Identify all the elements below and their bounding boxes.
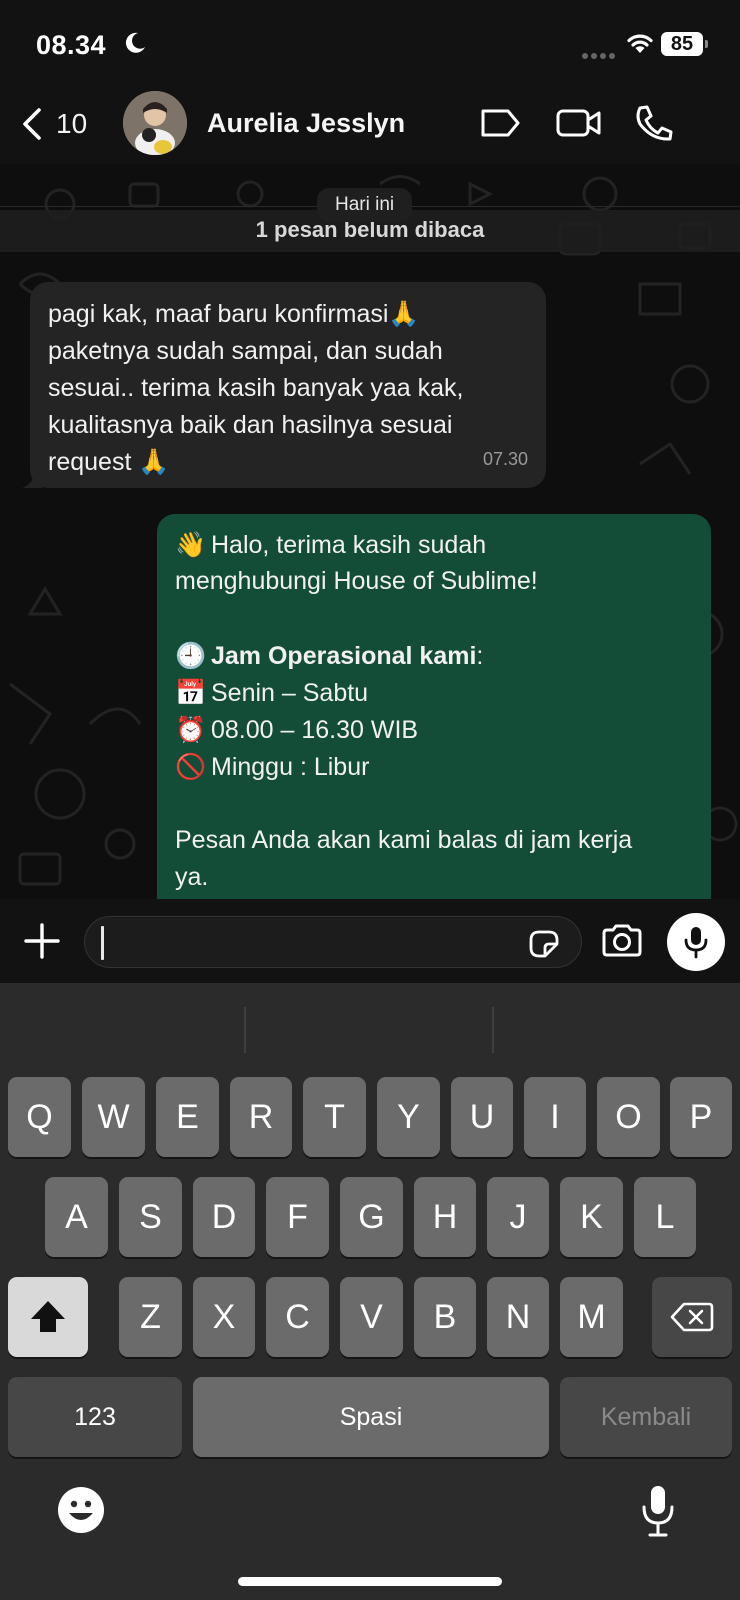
key-d[interactable]: D — [193, 1177, 255, 1257]
keyboard: Q W E R T Y U I O P A S D F G H J K L Z … — [0, 983, 740, 1600]
key-x[interactable]: X — [193, 1277, 255, 1357]
wifi-icon — [627, 34, 653, 53]
chat-header: 10 Aurelia Jesslyn — [0, 84, 740, 164]
key-z[interactable]: Z — [119, 1277, 182, 1357]
space-key[interactable]: Spasi — [193, 1377, 549, 1457]
shift-icon — [31, 1301, 65, 1332]
key-o[interactable]: O — [597, 1077, 660, 1157]
label-tag-icon[interactable] — [478, 106, 522, 140]
key-r[interactable]: R — [230, 1077, 292, 1157]
message-composer — [0, 899, 740, 983]
key-l[interactable]: L — [634, 1177, 696, 1257]
days-line: 📅 Senin – Sabtu — [175, 674, 693, 711]
microphone-icon — [684, 927, 708, 959]
key-y[interactable]: Y — [377, 1077, 440, 1157]
alarm-clock-emoji: ⏰ — [175, 715, 207, 744]
message-time: 07.30 — [482, 449, 528, 469]
incoming-message[interactable]: pagi kak, maaf baru konfirmasi🙏 paketnya… — [22, 282, 546, 488]
backspace-icon — [670, 1302, 714, 1332]
waving-hand-emoji: 👋 — [175, 530, 207, 559]
closed-text: Minggu : Libur — [211, 753, 370, 781]
message-line: kualitasnya baik dan hasilnya sesuai — [48, 411, 453, 439]
numbers-key[interactable]: 123 — [8, 1377, 182, 1457]
message-line: pagi kak, maaf baru konfirmasi🙏 — [48, 300, 420, 328]
phone-call-icon[interactable] — [634, 104, 674, 142]
return-key[interactable]: Kembali — [560, 1377, 732, 1457]
battery-tip — [705, 40, 708, 48]
key-v[interactable]: V — [340, 1277, 403, 1357]
hours-colon: : — [476, 642, 484, 670]
key-g[interactable]: G — [340, 1177, 403, 1257]
camera-icon[interactable] — [600, 923, 644, 959]
bubble-tail — [22, 468, 42, 488]
message-line: paketnya sudah sampai, dan sudah — [48, 337, 443, 365]
calendar-emoji: 📅 — [175, 678, 207, 707]
key-n[interactable]: N — [487, 1277, 549, 1357]
emoji-icon[interactable] — [56, 1485, 106, 1535]
chevron-left-icon — [23, 108, 41, 140]
key-w[interactable]: W — [82, 1077, 145, 1157]
key-s[interactable]: S — [119, 1177, 182, 1257]
chat-area[interactable]: 1 pesan belum dibaca Hari ini pagi kak, … — [0, 164, 740, 899]
shift-key[interactable] — [8, 1277, 88, 1357]
backspace-key[interactable] — [652, 1277, 732, 1357]
footer-line-2: ya. — [175, 863, 209, 891]
prohibited-emoji: 🚫 — [175, 752, 207, 781]
sticker-icon[interactable] — [527, 928, 561, 960]
key-j[interactable]: J — [487, 1177, 549, 1257]
key-c[interactable]: C — [266, 1277, 329, 1357]
video-call-icon[interactable] — [555, 106, 603, 140]
battery-level: 85 — [661, 32, 703, 56]
key-f[interactable]: F — [266, 1177, 329, 1257]
time-range-text: 08.00 – 16.30 WIB — [211, 716, 419, 744]
key-h[interactable]: H — [414, 1177, 476, 1257]
clock-emoji: 🕘 — [175, 641, 207, 670]
closed-line: 🚫 Minggu : Libur — [175, 748, 693, 785]
key-t[interactable]: T — [303, 1077, 366, 1157]
dictation-mic-icon[interactable] — [640, 1483, 676, 1539]
greeting-line-2: menghubungi House of Sublime! — [175, 567, 538, 595]
days-text: Senin – Sabtu — [211, 679, 369, 707]
greeting-text: Halo, terima kasih sudah — [211, 531, 487, 559]
outgoing-message[interactable]: 👋 Halo, terima kasih sudah menghubungi Ho… — [157, 514, 711, 899]
key-i[interactable]: I — [524, 1077, 586, 1157]
key-p[interactable]: P — [670, 1077, 732, 1157]
message-line: request 🙏 — [48, 448, 170, 476]
footer-line: Pesan Anda akan kami balas di jam kerja — [175, 826, 633, 854]
key-a[interactable]: A — [45, 1177, 108, 1257]
date-chip: Hari ini — [317, 188, 413, 222]
key-q[interactable]: Q — [8, 1077, 71, 1157]
key-u[interactable]: U — [451, 1077, 513, 1157]
key-k[interactable]: K — [560, 1177, 623, 1257]
key-b[interactable]: B — [414, 1277, 476, 1357]
message-line: sesuai.. terima kasih banyak yaa kak, — [48, 374, 464, 402]
hours-title: Jam Operasional kami — [211, 642, 477, 670]
status-time: 08.34 — [36, 30, 107, 60]
message-input[interactable] — [84, 916, 582, 968]
moon-icon — [125, 32, 145, 53]
unread-chats-count: 10 — [56, 108, 88, 139]
avatar-photo — [123, 91, 187, 155]
hours-title-line: 🕘 Jam Operasional kami: — [175, 637, 693, 674]
suggestion-divider — [244, 1007, 246, 1053]
contact-avatar[interactable] — [123, 91, 187, 155]
text-caret — [101, 926, 104, 960]
key-e[interactable]: E — [156, 1077, 219, 1157]
contact-name[interactable]: Aurelia Jesslyn — [207, 108, 405, 139]
plus-icon[interactable] — [22, 921, 62, 961]
voice-message-button[interactable] — [667, 913, 725, 971]
greeting-line: 👋 Halo, terima kasih sudah — [175, 526, 693, 563]
key-m[interactable]: M — [560, 1277, 623, 1357]
suggestion-divider — [492, 1007, 494, 1053]
time-range-line: ⏰ 08.00 – 16.30 WIB — [175, 711, 693, 748]
cellular-signal-icon — [582, 46, 618, 64]
back-button[interactable]: 10 — [18, 102, 87, 146]
home-indicator[interactable] — [238, 1577, 502, 1586]
status-bar: 08.34 85 — [0, 0, 740, 84]
